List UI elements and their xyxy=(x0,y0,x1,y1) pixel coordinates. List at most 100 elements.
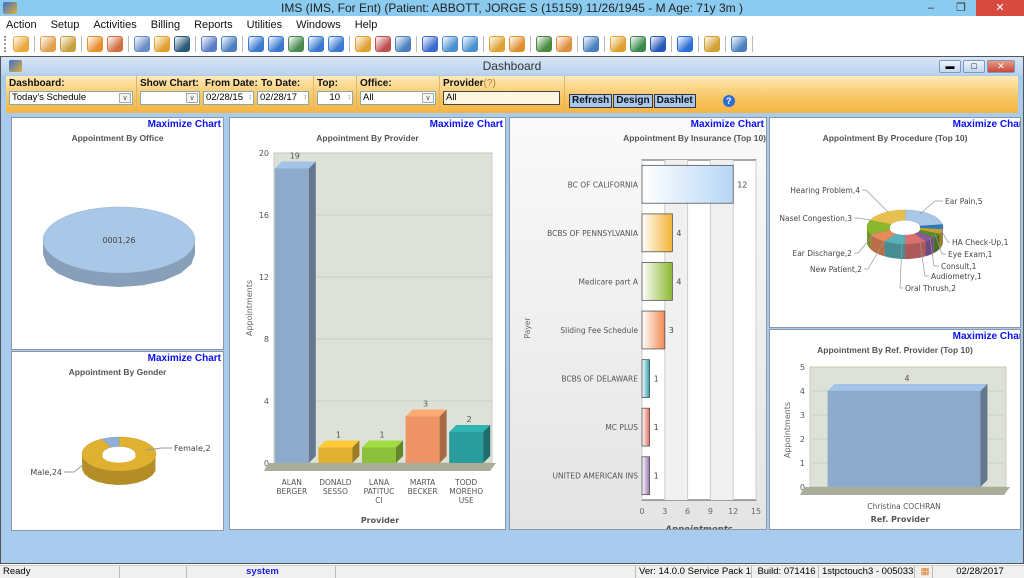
report-icon[interactable] xyxy=(395,36,411,52)
user-edit-icon[interactable] xyxy=(40,36,56,52)
fax-icon[interactable] xyxy=(422,36,438,52)
top-field[interactable]: 10 ↕ xyxy=(317,91,353,105)
chevron-down-icon[interactable]: ∨ xyxy=(186,93,198,103)
provider-hint-link[interactable]: (?) xyxy=(484,78,496,89)
dashlet-button[interactable]: Dashlet xyxy=(653,94,696,108)
folder-user-icon[interactable] xyxy=(556,36,572,52)
calendar-edit-icon[interactable] xyxy=(489,36,505,52)
y-tick-label: BCBS OF DELAWARE xyxy=(561,375,638,384)
provider-label: Provider xyxy=(443,78,484,89)
menu-activities[interactable]: Activities xyxy=(93,19,136,31)
dashboard-select[interactable]: Today's Schedule ∨ xyxy=(9,91,133,105)
y-tick-label: Medicare part A xyxy=(579,277,639,286)
folder-icon[interactable] xyxy=(87,36,103,52)
task-icon[interactable] xyxy=(509,36,525,52)
procedure-pie-chart: Ear Pain,5 HA Check-Up,1 Eye Exam,1 Consult… xyxy=(779,186,1008,293)
exit-icon[interactable] xyxy=(731,36,747,52)
menu-utilities[interactable]: Utilities xyxy=(247,19,282,31)
ref-provider-bar-chart: 0123454Christina COCHRANRef. ProviderApp… xyxy=(783,363,1010,524)
spinner-icon[interactable]: ↕ xyxy=(249,92,253,104)
x-tick-label: DONALD xyxy=(319,478,352,487)
menu-setup[interactable]: Setup xyxy=(51,19,80,31)
prescription-icon[interactable] xyxy=(134,36,150,52)
data-label: 1 xyxy=(336,431,341,440)
data-label: 4 xyxy=(676,277,681,286)
chevron-down-icon[interactable]: ∨ xyxy=(119,93,131,103)
data-label: 4 xyxy=(676,229,681,238)
restore-button[interactable]: ❐ xyxy=(946,0,976,16)
y-tick-label: 16 xyxy=(259,211,269,220)
provider-bar-chart: 048121620 19ALANBERGER1DONALDSESSO1LANAPA… xyxy=(245,149,496,525)
toolbar-separator xyxy=(752,36,753,52)
x-tick-label: 9 xyxy=(708,507,713,516)
edit-form-icon[interactable] xyxy=(221,36,237,52)
chart-date-filter: Show Chart: From Date: To Date: ∨ 02/28/… xyxy=(137,76,314,113)
help-icon[interactable] xyxy=(677,36,693,52)
dashboard-close-button[interactable]: ✕ xyxy=(987,60,1015,73)
shield-icon[interactable] xyxy=(174,36,190,52)
office-select[interactable]: All ∨ xyxy=(360,91,436,105)
office-label: Office: xyxy=(360,78,392,89)
bar xyxy=(449,432,484,463)
top-filter: Top: 10 ↕ xyxy=(314,76,357,113)
spinner-icon[interactable]: ↕ xyxy=(304,92,308,104)
spinner-icon[interactable]: ↕ xyxy=(348,92,352,104)
network-icon: ▦ xyxy=(915,566,933,578)
x-tick-label: LANA xyxy=(369,478,390,487)
patient-icon[interactable] xyxy=(13,36,29,52)
x-tick-label: 12 xyxy=(728,507,738,516)
office-filter: Office: All ∨ xyxy=(357,76,440,113)
sync-icon[interactable] xyxy=(610,36,626,52)
chart-icon[interactable] xyxy=(536,36,552,52)
help-icon[interactable]: ? xyxy=(722,95,735,107)
payment-icon[interactable] xyxy=(268,36,284,52)
menu-windows[interactable]: Windows xyxy=(296,19,341,31)
menu-action[interactable]: Action xyxy=(6,19,37,31)
data-label: 4 xyxy=(904,374,909,383)
y-tick-label: 12 xyxy=(259,273,269,282)
bar-top xyxy=(449,425,491,432)
claims-icon[interactable] xyxy=(288,36,304,52)
menu-billing[interactable]: Billing xyxy=(151,19,180,31)
from-date-field[interactable]: 02/28/15 ↕ xyxy=(203,91,254,105)
menu-help[interactable]: Help xyxy=(355,19,378,31)
y-tick-label: 20 xyxy=(259,149,269,158)
dashboard-restore-button[interactable]: □ xyxy=(963,60,985,73)
status-date: 02/28/2017 xyxy=(956,566,1004,577)
x-tick-label: SESSO xyxy=(323,487,348,496)
show-chart-select[interactable]: ∨ xyxy=(140,91,200,105)
lab-flask-icon[interactable] xyxy=(154,36,170,52)
lock-icon[interactable] xyxy=(704,36,720,52)
scheduler-icon[interactable] xyxy=(375,36,391,52)
from-date-value: 02/28/15 xyxy=(206,92,243,103)
word-icon[interactable] xyxy=(650,36,666,52)
transfer-icon[interactable] xyxy=(630,36,646,52)
refresh-button[interactable]: Refresh xyxy=(569,94,613,108)
bar xyxy=(405,416,440,463)
y-tick-label: 2 xyxy=(800,435,805,444)
to-date-value: 02/28/17 xyxy=(260,92,297,103)
minimize-button[interactable]: – xyxy=(916,0,946,16)
toolbar-separator xyxy=(698,36,699,52)
outbox-icon[interactable] xyxy=(462,36,478,52)
notes-icon[interactable] xyxy=(107,36,123,52)
provider-field[interactable]: All xyxy=(443,91,560,105)
dashboard-minimize-button[interactable]: ▬ xyxy=(939,60,961,73)
main-toolbar xyxy=(0,33,1024,55)
toolbar-grip[interactable] xyxy=(4,36,7,52)
billing-icon[interactable] xyxy=(248,36,264,52)
chevron-down-icon[interactable]: ∨ xyxy=(422,93,434,103)
status-bar: Ready system Ver: 14.0.0 Service Pack 1 … xyxy=(0,565,1024,578)
close-button[interactable]: ✕ xyxy=(976,0,1024,16)
document-icon[interactable] xyxy=(201,36,217,52)
user-check-icon[interactable] xyxy=(60,36,76,52)
menu-reports[interactable]: Reports xyxy=(194,19,233,31)
statement-icon[interactable] xyxy=(328,36,344,52)
provider-filter: Provider(?) All xyxy=(440,76,565,113)
design-button[interactable]: Design xyxy=(613,94,653,108)
to-date-field[interactable]: 02/28/17 ↕ xyxy=(257,91,309,105)
inbox-icon[interactable] xyxy=(442,36,458,52)
dashboard-icon[interactable] xyxy=(583,36,599,52)
ledger-icon[interactable] xyxy=(308,36,324,52)
calendar-icon[interactable] xyxy=(355,36,371,52)
